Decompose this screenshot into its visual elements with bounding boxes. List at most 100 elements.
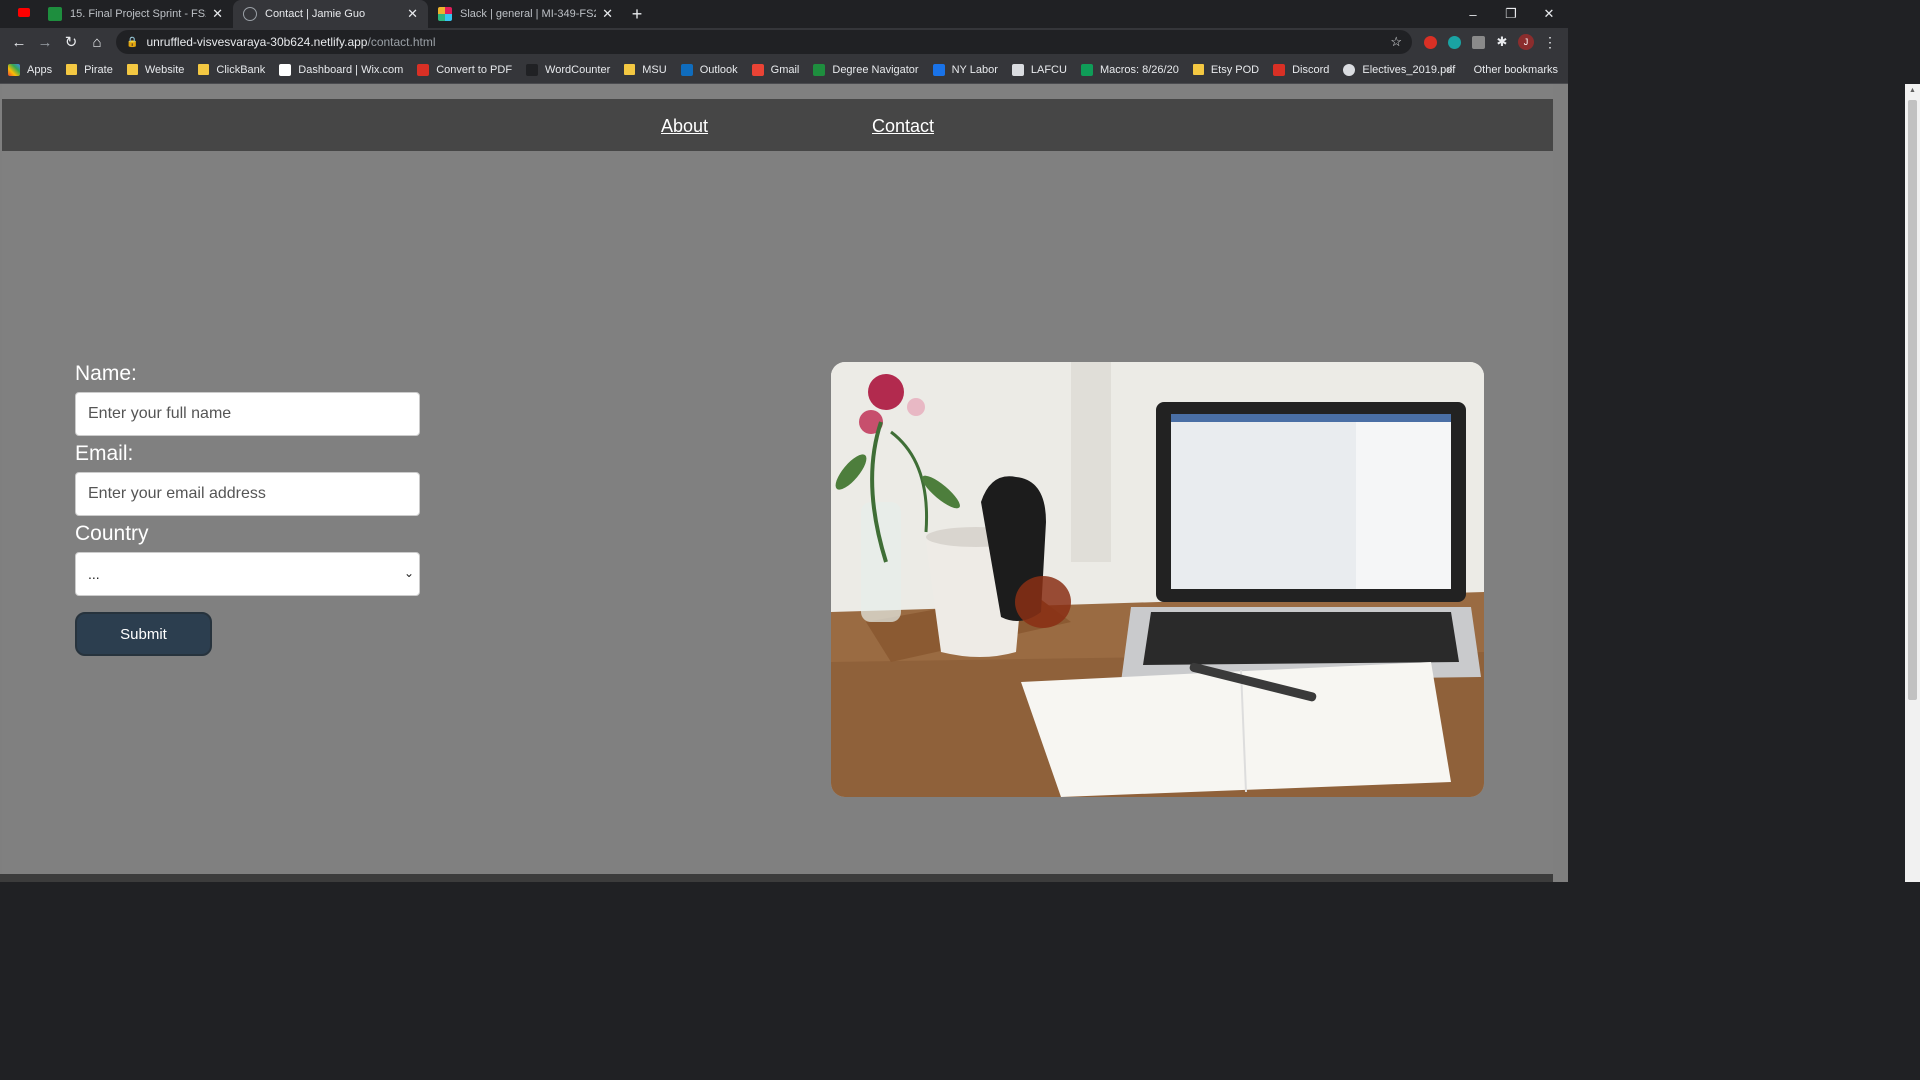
bookmark-item[interactable]: Degree Navigator bbox=[813, 63, 919, 76]
top-strip bbox=[2, 84, 1553, 99]
web-page: About Contact Name: Email: Country ... ⌄… bbox=[0, 84, 1568, 882]
home-icon[interactable]: ⌂ bbox=[84, 29, 110, 55]
w-icon bbox=[526, 63, 539, 76]
country-label: Country bbox=[75, 522, 149, 545]
extension-red-icon[interactable] bbox=[1418, 30, 1442, 54]
scrollbar-thumb[interactable] bbox=[1908, 100, 1917, 700]
bookmark-label: ClickBank bbox=[216, 63, 266, 76]
name-label: Name: bbox=[75, 362, 137, 385]
window-controls: – ❐ ✕ bbox=[1454, 0, 1568, 28]
bookmark-item[interactable]: Dashboard | Wix.com bbox=[279, 63, 404, 76]
bank-icon bbox=[1011, 63, 1024, 76]
back-icon[interactable]: ← bbox=[6, 29, 32, 55]
menu-dots-icon[interactable]: ⋮ bbox=[1538, 30, 1562, 54]
tab-contact[interactable]: Contact | Jamie Guo ✕ bbox=[233, 0, 428, 28]
tab-strip: 15. Final Project Sprint - FS20-MI ✕ Con… bbox=[0, 0, 1568, 28]
bookmark-item[interactable]: Electives_2019.pdf bbox=[1343, 63, 1456, 76]
desk-photo-illustration bbox=[831, 362, 1484, 797]
country-selected-value: ... bbox=[88, 566, 100, 582]
bookmark-label: NY Labor bbox=[951, 63, 998, 76]
ny-icon bbox=[932, 63, 945, 76]
extension-teal-icon[interactable] bbox=[1442, 30, 1466, 54]
folder-icon bbox=[1192, 64, 1204, 75]
nav-contact-link[interactable]: Contact bbox=[872, 116, 934, 137]
bookmark-item[interactable]: Pirate bbox=[66, 64, 113, 76]
bottom-bar bbox=[0, 874, 1553, 882]
bookmark-item[interactable]: LAFCU bbox=[1011, 63, 1067, 76]
bookmark-item[interactable]: Outlook bbox=[680, 63, 738, 76]
tab-title: 15. Final Project Sprint - FS20-MI bbox=[70, 8, 206, 20]
browser-chrome: 15. Final Project Sprint - FS20-MI ✕ Con… bbox=[0, 0, 1568, 84]
site-navbar: About Contact bbox=[2, 99, 1553, 151]
pdf-icon bbox=[417, 63, 430, 76]
email-input[interactable] bbox=[75, 472, 420, 516]
bookmark-item[interactable]: ClickBank bbox=[198, 64, 265, 76]
tab-title: Contact | Jamie Guo bbox=[265, 8, 366, 20]
globe-icon bbox=[1343, 63, 1356, 76]
bookmark-item[interactable]: WordCounter bbox=[526, 63, 610, 76]
bookmark-label: Electives_2019.pdf bbox=[1362, 63, 1456, 76]
close-icon[interactable]: ✕ bbox=[407, 6, 418, 22]
wix-icon bbox=[279, 63, 292, 76]
bookmark-item[interactable]: MSU bbox=[624, 63, 667, 76]
new-tab-button[interactable]: + bbox=[623, 0, 651, 28]
bookmark-label: Degree Navigator bbox=[832, 63, 919, 76]
green-s-icon bbox=[48, 7, 62, 21]
discord-icon bbox=[1273, 63, 1286, 76]
close-window-icon[interactable]: ✕ bbox=[1530, 0, 1568, 28]
bookmarks-overflow-button[interactable]: » bbox=[1447, 64, 1453, 76]
green-s-icon bbox=[813, 63, 826, 76]
minimize-icon[interactable]: – bbox=[1454, 0, 1492, 28]
country-select[interactable]: ... ⌄ bbox=[75, 552, 420, 596]
bookmark-item[interactable]: Etsy POD bbox=[1192, 63, 1260, 76]
extension-gray-icon[interactable] bbox=[1466, 30, 1490, 54]
bookmark-item[interactable]: Gmail bbox=[751, 63, 799, 76]
close-icon[interactable]: ✕ bbox=[212, 6, 223, 22]
bookmark-item[interactable]: Macros: 8/26/20 bbox=[1080, 63, 1179, 76]
nav-about-link[interactable]: About bbox=[661, 116, 708, 137]
close-icon[interactable]: ✕ bbox=[602, 6, 613, 22]
lock-icon: 🔒 bbox=[126, 36, 139, 48]
bookmark-label: Macros: 8/26/20 bbox=[1099, 63, 1179, 76]
tab-slack[interactable]: Slack | general | MI-349-FS20 | 1 ✕ bbox=[428, 0, 623, 28]
tab-final-project[interactable]: 15. Final Project Sprint - FS20-MI ✕ bbox=[38, 0, 233, 28]
bookmark-label: Convert to PDF bbox=[436, 63, 513, 76]
bookmarks-bar: Apps Pirate Website ClickBank Dashboard | Wi… bbox=[0, 56, 1568, 84]
apps-grid-icon bbox=[8, 63, 20, 76]
youtube-icon[interactable] bbox=[0, 0, 38, 28]
puzzle-icon[interactable]: ✱ bbox=[1490, 30, 1514, 54]
bookmark-label: Dashboard | Wix.com bbox=[298, 63, 404, 76]
bookmark-item[interactable]: Website bbox=[126, 63, 185, 76]
bookmark-label: LAFCU bbox=[1030, 63, 1067, 76]
bookmark-item[interactable]: Discord bbox=[1273, 63, 1329, 76]
bookmark-label: MSU bbox=[642, 63, 667, 76]
globe-icon bbox=[243, 7, 257, 21]
bookmark-label: Website bbox=[144, 63, 185, 76]
bookmark-item[interactable]: Apps bbox=[8, 63, 53, 76]
bookmark-item[interactable]: NY Labor bbox=[932, 63, 998, 76]
scroll-up-icon[interactable]: ▲ bbox=[1909, 87, 1916, 94]
reload-icon[interactable]: ↻ bbox=[58, 29, 84, 55]
bookmark-label: Pirate bbox=[84, 63, 113, 76]
other-bookmarks[interactable]: Other bookmarks bbox=[1474, 64, 1558, 76]
avatar[interactable]: J bbox=[1514, 30, 1538, 54]
bookmark-label: Etsy POD bbox=[1210, 63, 1260, 76]
name-input[interactable] bbox=[75, 392, 420, 436]
bookmarks-right: » Other bookmarks bbox=[1447, 56, 1559, 84]
gmail-icon bbox=[751, 63, 764, 76]
folder-icon bbox=[66, 64, 78, 75]
star-icon[interactable]: ☆ bbox=[1390, 34, 1402, 50]
browser-toolbar: ← → ↻ ⌂ 🔒 unruffled-visvesvaraya-30b624.… bbox=[0, 28, 1568, 56]
address-path: /contact.html bbox=[367, 35, 436, 49]
chevron-down-icon: ⌄ bbox=[403, 566, 414, 580]
forward-icon[interactable]: → bbox=[32, 29, 58, 55]
address-bar[interactable]: 🔒 unruffled-visvesvaraya-30b624.netlify.… bbox=[116, 30, 1412, 54]
folder-icon bbox=[198, 64, 210, 75]
bookmark-label: Apps bbox=[27, 63, 53, 76]
page-scrollbar[interactable]: ▲ bbox=[1905, 84, 1920, 882]
submit-button[interactable]: Submit bbox=[75, 612, 212, 656]
bookmark-item[interactable]: Convert to PDF bbox=[417, 63, 513, 76]
restore-icon[interactable]: ❐ bbox=[1492, 0, 1530, 28]
sheets-icon bbox=[1080, 63, 1093, 76]
contact-form: Name: Email: Country ... ⌄ Submit bbox=[75, 362, 420, 656]
